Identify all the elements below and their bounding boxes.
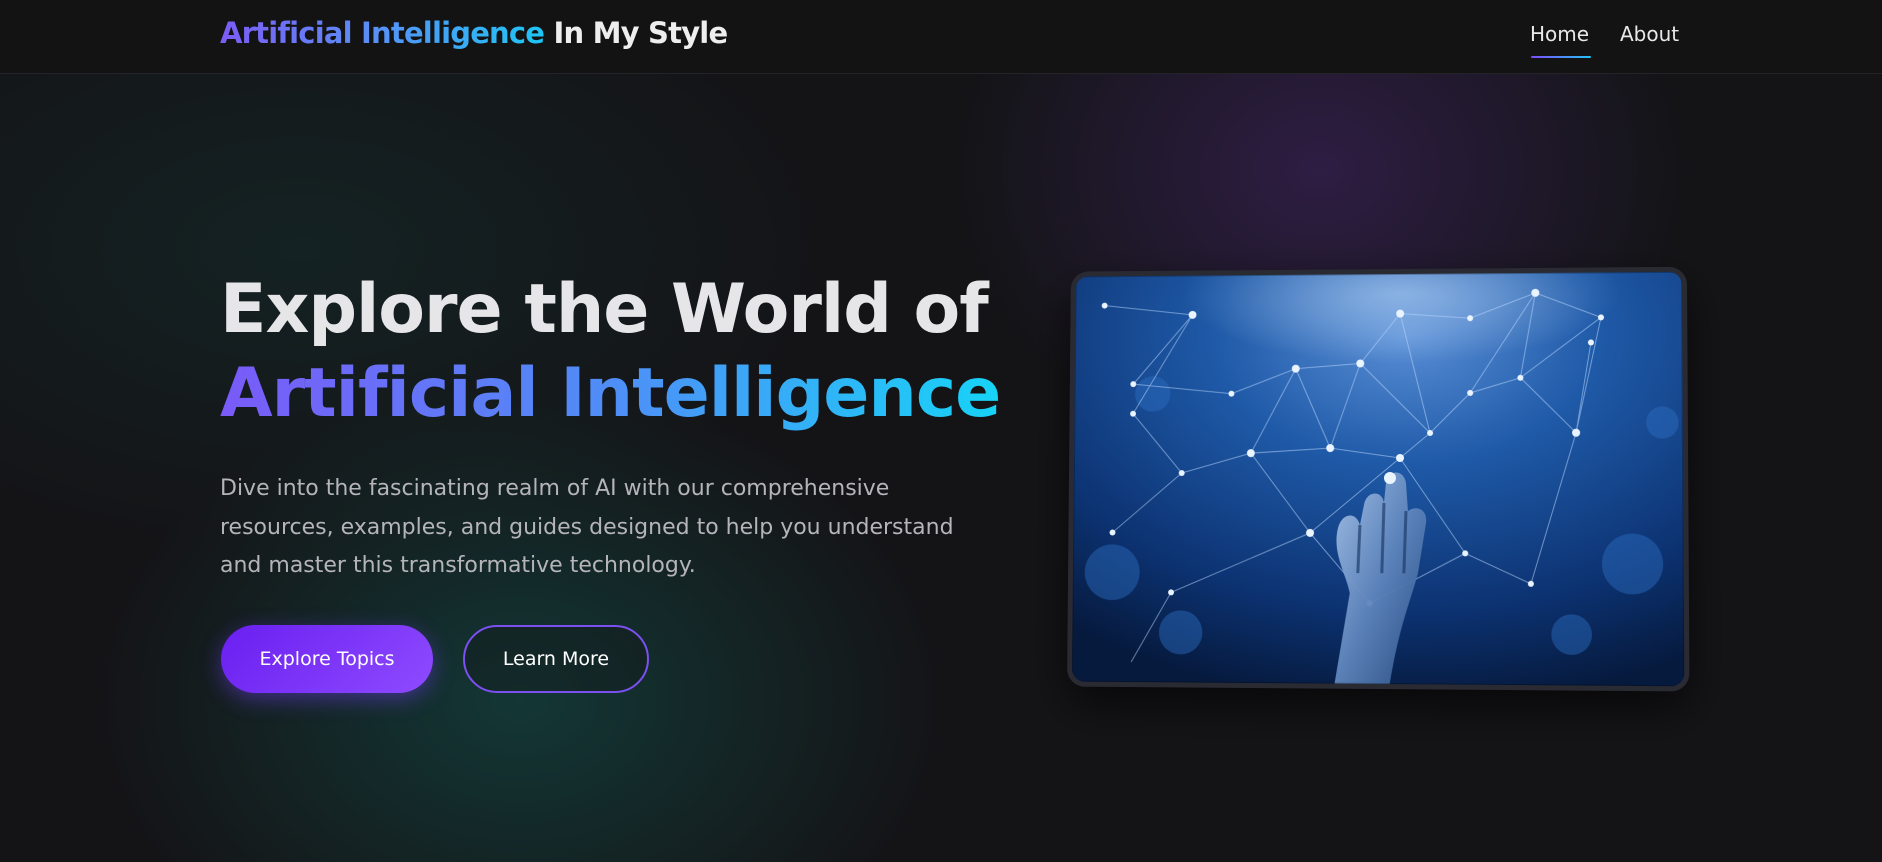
robot-hand-network-icon xyxy=(1071,271,1685,687)
nav-link-about[interactable]: About xyxy=(1620,22,1679,46)
hero-title-line1: Explore the World of xyxy=(220,270,989,349)
logo-highlight-text: Artificial Intelligence xyxy=(220,16,545,50)
learn-more-button[interactable]: Learn More xyxy=(463,625,649,693)
hero-title: Explore the World of Artificial Intellig… xyxy=(220,268,1001,436)
site-logo[interactable]: Artificial Intelligence In My Style xyxy=(220,16,728,50)
hero-image-frame xyxy=(1067,266,1690,692)
nav-link-home[interactable]: Home xyxy=(1530,22,1589,46)
nav-active-indicator xyxy=(1531,56,1591,58)
navbar: Artificial Intelligence In My Style Home… xyxy=(0,0,1882,74)
hero-description: Dive into the fascinating realm of AI wi… xyxy=(220,476,954,578)
logo-rest-text: In My Style xyxy=(553,16,728,50)
hero-title-line2: Artificial Intelligence xyxy=(220,352,1001,436)
page: Artificial Intelligence In My Style Home… xyxy=(0,0,1882,862)
explore-topics-button[interactable]: Explore Topics xyxy=(221,625,433,693)
